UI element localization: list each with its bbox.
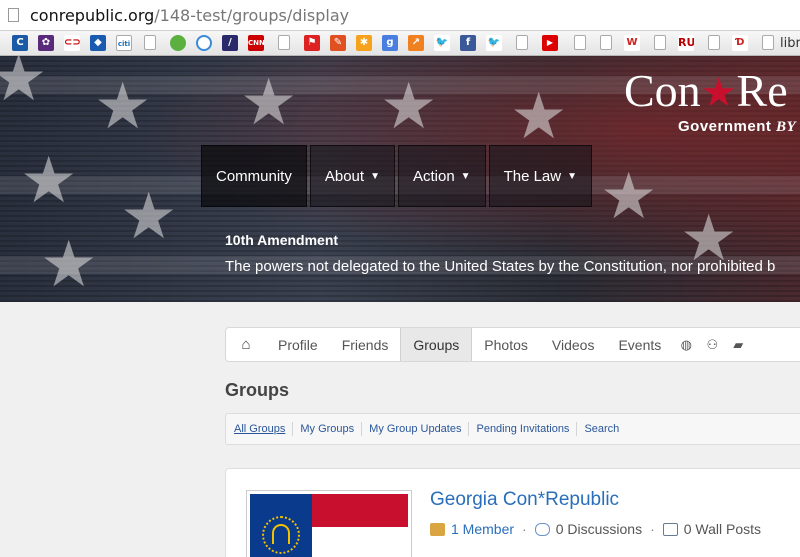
bookmark-page-icon[interactable] [762,35,774,50]
url-text[interactable]: conrepublic.org/148-test/groups/display [30,6,349,25]
bookmark-chart-icon[interactable]: ↗ [408,35,424,51]
bookmark-cnn-icon[interactable]: CNN [248,35,264,51]
meta-separator: · [522,521,527,537]
hero-banner: ★ ★ ★ ★ ★ ★ ★ ★ ★ ★ Con★Re Government BY… [0,56,800,302]
members-link[interactable]: 1 Member [451,521,514,537]
chevron-down-icon: ▼ [567,170,578,182]
filter-my-groups[interactable]: My Groups [293,422,363,436]
groups-filter-bar: All Groups My Groups My Group Updates Pe… [225,413,800,445]
bookmark-circle-icon[interactable] [196,35,212,51]
chevron-down-icon: ▼ [460,170,471,182]
page-title: Groups [225,380,290,400]
amendment-title: 10th Amendment [225,232,339,248]
page-icon [8,8,19,22]
bookmark-page-icon[interactable] [574,35,586,50]
bookmark-ru-icon[interactable]: RU [678,35,694,51]
wall-posts-count: 0 Wall Posts [683,521,762,537]
filter-my-group-updates[interactable]: My Group Updates [362,422,470,436]
group-meta: 1 Member · 0 Discussions · 0 Wall Posts [430,521,761,537]
address-bar[interactable]: conrepublic.org/148-test/groups/display [0,0,800,31]
tab-profile[interactable]: Profile [266,328,330,361]
discussions-icon [534,522,550,536]
people-icon[interactable]: ⚇ [699,328,725,361]
star-decoration: ★ [94,70,152,142]
bookmark-c-icon[interactable]: C [12,35,28,51]
main-nav: Community About ▼ Action ▼ The Law ▼ [201,145,595,207]
group-card: Georgia Con*Republic 1 Member · 0 Discus… [225,468,800,557]
tab-photos[interactable]: Photos [472,328,540,361]
members-icon [430,522,445,536]
home-icon[interactable]: ⌂ [226,328,266,361]
bookmark-d-icon[interactable]: Ɗ [732,35,748,51]
bookmark-leaf-icon[interactable] [170,35,186,51]
group-thumbnail[interactable] [246,490,412,557]
bookmark-tool-icon[interactable]: ✎ [330,35,346,51]
bookmark-citi-icon[interactable]: citi [116,35,132,51]
chat-icon[interactable]: ▰ [725,328,751,361]
star-decoration: ★ [0,56,48,114]
arch-icon [272,524,290,544]
red-star-icon: ★ [700,70,737,115]
bookmark-w-icon[interactable]: W [624,35,640,51]
bookmark-slash-icon[interactable]: / [222,35,238,51]
filter-search[interactable]: Search [577,422,626,436]
bookmark-page-icon[interactable] [600,35,612,50]
bookmark-flag-icon[interactable]: ⚑ [304,35,320,51]
bookmark-folder-libra[interactable]: libra [780,36,800,51]
bookmark-page-icon[interactable] [278,35,290,50]
site-tagline: Government BY [678,118,797,135]
nav-the-law[interactable]: The Law ▼ [488,145,593,207]
meta-separator: · [650,521,655,537]
bookmark-page-icon[interactable] [144,35,156,50]
chevron-down-icon: ▼ [370,170,380,182]
nav-action[interactable]: Action ▼ [397,145,486,207]
bookmark-joomla-icon[interactable]: ✱ [356,35,372,51]
bookmark-chase-icon[interactable]: ◆ [90,35,106,51]
bookmark-link-icon[interactable]: ⊂⊃ [64,35,80,51]
bookmark-flower-icon[interactable]: ✿ [38,35,54,51]
star-decoration: ★ [20,144,78,216]
bookmark-page-icon[interactable] [516,35,528,50]
star-decoration: ★ [380,70,438,142]
star-decoration: ★ [240,66,298,138]
georgia-flag-image [250,494,408,557]
bookmark-twitter-icon[interactable]: 🐦 [434,35,450,51]
tab-friends[interactable]: Friends [330,328,401,361]
tab-groups[interactable]: Groups [400,328,473,361]
bookmarks-bar: C ✿ ⊂⊃ ◆ citi / CNN ⚑ ✎ ✱ g ↗ 🐦 f 🐦 ▶ W … [0,31,800,56]
bookmark-youtube-icon[interactable]: ▶ [542,35,558,51]
tab-events[interactable]: Events [606,328,673,361]
filter-all-groups[interactable]: All Groups [234,422,294,436]
star-decoration: ★ [600,160,658,232]
bookmark-google-icon[interactable]: g [382,35,398,51]
star-decoration: ★ [40,228,98,300]
filter-pending-invitations[interactable]: Pending Invitations [469,422,578,436]
site-logo[interactable]: Con★Re [624,64,788,117]
discussions-count: 0 Discussions [555,521,643,537]
profile-subnav: ⌂ Profile Friends Groups Photos Videos E… [225,327,800,362]
tab-videos[interactable]: Videos [540,328,607,361]
amendment-text: The powers not delegated to the United S… [225,258,776,275]
nav-about[interactable]: About ▼ [309,145,395,207]
star-decoration: ★ [510,80,568,152]
nav-community[interactable]: Community [201,145,307,207]
wall-posts-icon [662,522,678,536]
star-decoration: ★ [120,180,178,252]
bookmark-page-icon[interactable] [708,35,720,50]
bookmark-page-icon[interactable] [654,35,666,50]
globe-icon[interactable]: ◍ [673,328,699,361]
bookmark-facebook-icon[interactable]: f [460,35,476,51]
bookmark-twitter2-icon[interactable]: 🐦 [486,35,502,51]
group-title-link[interactable]: Georgia Con*Republic [430,489,619,511]
